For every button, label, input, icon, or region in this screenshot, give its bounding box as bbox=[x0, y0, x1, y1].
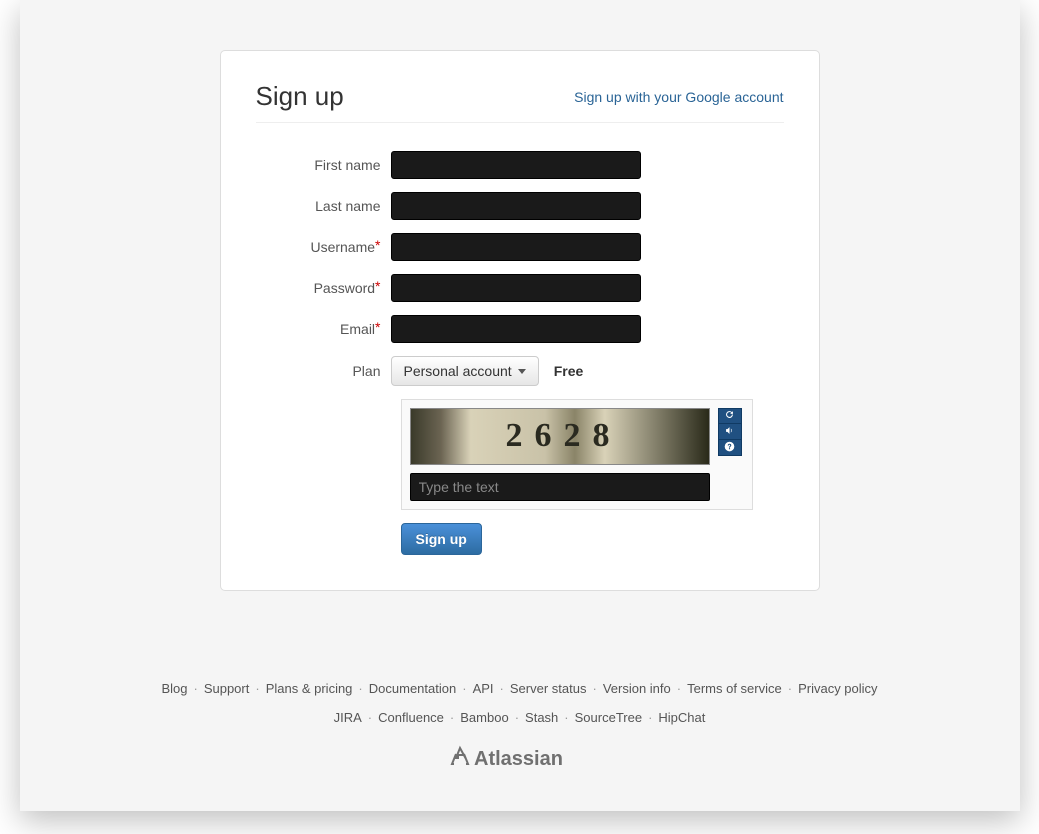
username-label: Username* bbox=[256, 239, 391, 255]
footer-link[interactable]: JIRA bbox=[334, 710, 362, 725]
card-header: Sign up Sign up with your Google account bbox=[256, 81, 784, 123]
separator-dot: · bbox=[592, 681, 596, 696]
separator-dot: · bbox=[648, 710, 652, 725]
captcha-text: 2628 bbox=[506, 417, 622, 455]
separator-dot: · bbox=[368, 710, 372, 725]
footer-link[interactable]: Stash bbox=[525, 710, 558, 725]
footer-link[interactable]: Bamboo bbox=[460, 710, 508, 725]
plan-price: Free bbox=[554, 363, 584, 379]
separator-dot: · bbox=[450, 710, 454, 725]
footer-row-1: Blog · Support · Plans & pricing · Documentati… bbox=[20, 681, 1020, 696]
plan-label: Plan bbox=[256, 363, 391, 379]
footer: Blog · Support · Plans & pricing · Documentati… bbox=[20, 681, 1020, 771]
plan-dropdown[interactable]: Personal account bbox=[391, 356, 539, 386]
footer-link[interactable]: Server status bbox=[510, 681, 587, 696]
separator-dot: · bbox=[500, 681, 504, 696]
page-title: Sign up bbox=[256, 81, 344, 112]
footer-link[interactable]: Privacy policy bbox=[798, 681, 877, 696]
svg-text:Atlassian: Atlassian bbox=[474, 748, 563, 770]
separator-dot: · bbox=[677, 681, 681, 696]
refresh-icon bbox=[724, 409, 735, 423]
captcha-refresh-button[interactable] bbox=[718, 408, 742, 424]
first-name-label: First name bbox=[256, 157, 391, 173]
email-input[interactable] bbox=[391, 315, 641, 343]
password-label: Password* bbox=[256, 280, 391, 296]
separator-dot: · bbox=[358, 681, 362, 696]
last-name-input[interactable] bbox=[391, 192, 641, 220]
separator-dot: · bbox=[515, 710, 519, 725]
footer-link[interactable]: Blog bbox=[161, 681, 187, 696]
footer-link[interactable]: HipChat bbox=[658, 710, 705, 725]
captcha-container: 2628 bbox=[401, 399, 753, 510]
separator-dot: · bbox=[788, 681, 792, 696]
footer-link[interactable]: SourceTree bbox=[575, 710, 642, 725]
captcha-image: 2628 bbox=[410, 408, 710, 465]
brand-logo: Atlassian bbox=[20, 745, 1020, 771]
password-input[interactable] bbox=[391, 274, 641, 302]
plan-selected-label: Personal account bbox=[404, 363, 512, 379]
signup-card: Sign up Sign up with your Google account… bbox=[220, 50, 820, 591]
page-container: Sign up Sign up with your Google account… bbox=[20, 0, 1020, 811]
captcha-audio-button[interactable] bbox=[718, 424, 742, 440]
footer-link[interactable]: Terms of service bbox=[687, 681, 782, 696]
last-name-label: Last name bbox=[256, 198, 391, 214]
separator-dot: · bbox=[255, 681, 259, 696]
separator-dot: · bbox=[564, 710, 568, 725]
help-icon bbox=[724, 441, 735, 455]
captcha-help-button[interactable] bbox=[718, 440, 742, 456]
footer-link[interactable]: Plans & pricing bbox=[266, 681, 353, 696]
footer-link[interactable]: Documentation bbox=[369, 681, 456, 696]
google-signup-link[interactable]: Sign up with your Google account bbox=[574, 89, 783, 105]
email-label: Email* bbox=[256, 321, 391, 337]
footer-link[interactable]: API bbox=[473, 681, 494, 696]
captcha-input[interactable] bbox=[410, 473, 710, 501]
username-input[interactable] bbox=[391, 233, 641, 261]
footer-link[interactable]: Version info bbox=[603, 681, 671, 696]
audio-icon bbox=[724, 425, 735, 439]
signup-button[interactable]: Sign up bbox=[401, 523, 482, 555]
chevron-down-icon bbox=[518, 369, 526, 374]
separator-dot: · bbox=[462, 681, 466, 696]
first-name-input[interactable] bbox=[391, 151, 641, 179]
footer-row-2: JIRA · Confluence · Bamboo · Stash · SourceTree ·… bbox=[20, 710, 1020, 725]
footer-link[interactable]: Confluence bbox=[378, 710, 444, 725]
footer-link[interactable]: Support bbox=[204, 681, 250, 696]
separator-dot: · bbox=[193, 681, 197, 696]
